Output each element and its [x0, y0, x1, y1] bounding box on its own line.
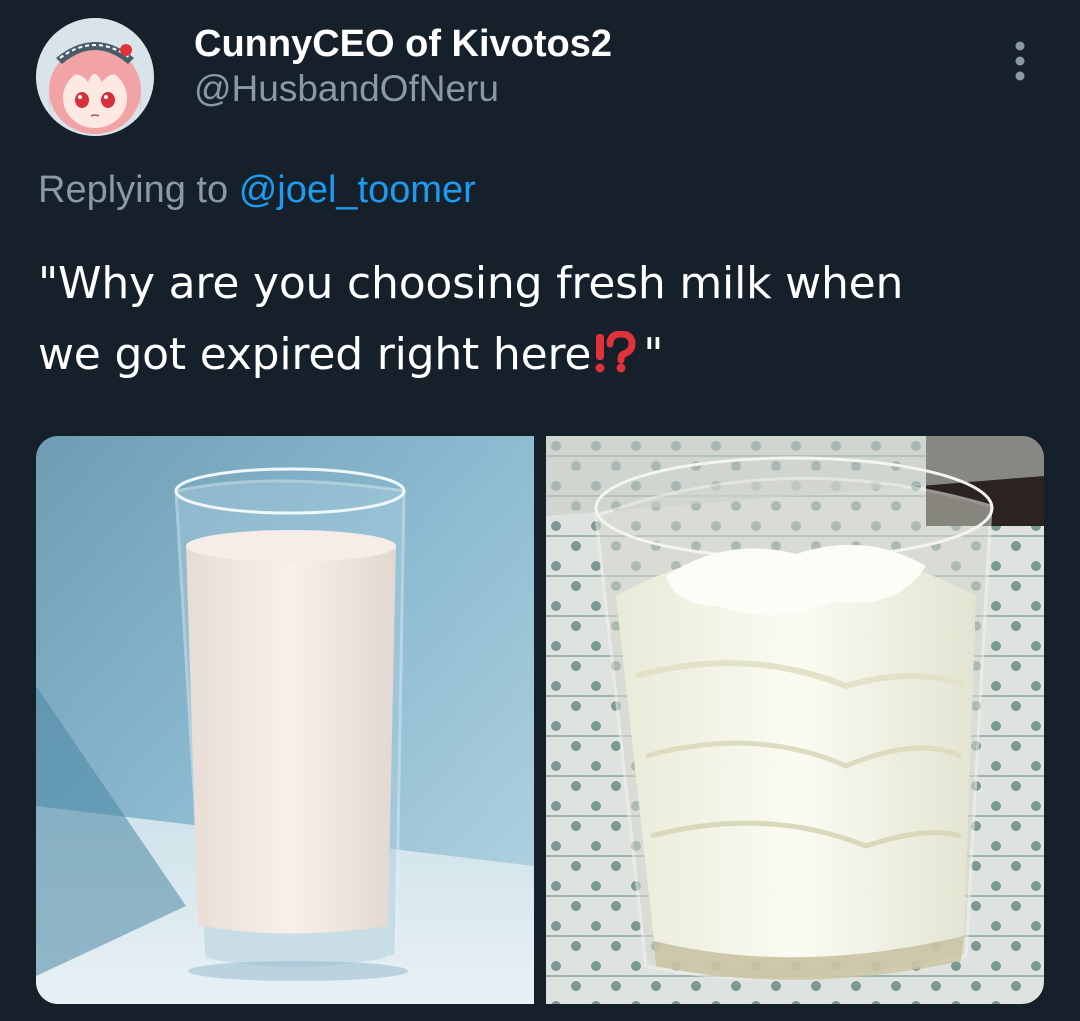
author-handle[interactable]: @HusbandOfNeru: [194, 66, 612, 112]
fresh-milk-glass-photo[interactable]: [36, 436, 534, 1004]
fresh-milk-glass-image: [36, 436, 534, 1004]
replying-to-line: Replying to @joel_toomer: [38, 166, 476, 214]
more-options-button[interactable]: [1004, 36, 1036, 86]
expired-milk-glass-image: [546, 436, 1044, 1004]
reply-mention-link[interactable]: @joel_toomer: [239, 169, 476, 211]
tweet-text-line-2-end: ": [643, 329, 664, 380]
author-name-block: CunnyCEO of Kivotos2 @HusbandOfNeru: [194, 22, 612, 112]
author-avatar[interactable]: [36, 18, 154, 136]
author-display-name[interactable]: CunnyCEO of Kivotos2: [194, 22, 612, 66]
tweet-text-line-1: "Why are you choosing fresh milk when: [38, 258, 904, 309]
replying-to-label: Replying to: [38, 169, 229, 211]
expired-milk-glass-photo[interactable]: [546, 436, 1044, 1004]
tweet-text-line-2: we got expired right here ": [38, 319, 1048, 390]
anime-avatar-icon: [36, 18, 154, 136]
media-grid: [36, 436, 1044, 1004]
tweet-text: "Why are you choosing fresh milk when we…: [38, 248, 1048, 390]
exclamation-question-mark-emoji: [595, 331, 636, 373]
more-options-icon: [1015, 41, 1025, 81]
tweet-text-line-2-start: we got expired right here: [38, 329, 592, 380]
